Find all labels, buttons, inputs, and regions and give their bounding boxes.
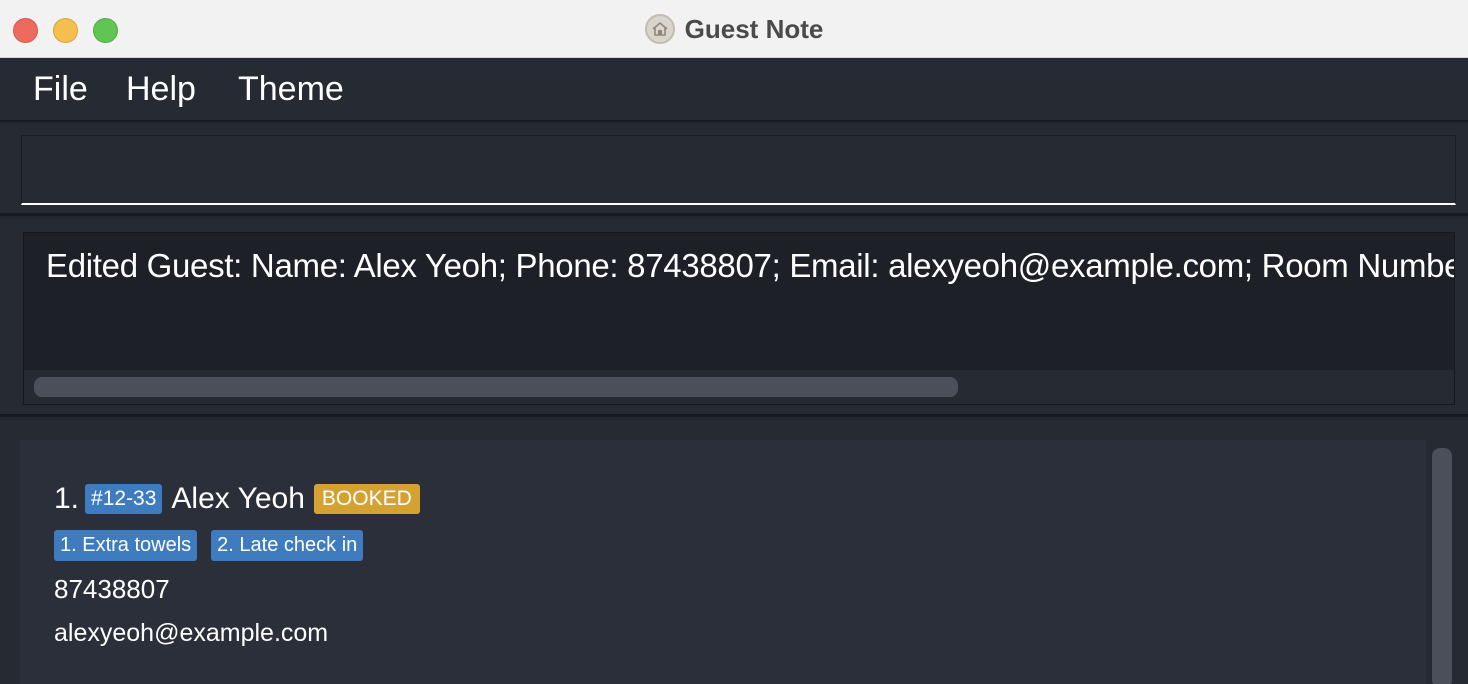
app-window: Guest Note File Help Theme Edited Guest:… — [0, 0, 1468, 684]
guest-index: 1. — [54, 482, 80, 515]
vertical-scrollbar[interactable] — [1428, 446, 1452, 684]
guest-phone: 87438807 — [54, 574, 170, 604]
guest-email: alexyeoh@example.com — [54, 619, 329, 647]
menu-bar: File Help Theme — [0, 58, 1468, 122]
title-bar: Guest Note — [0, 0, 1468, 58]
status-badge: BOOKED — [313, 484, 420, 514]
guest-name: Alex Yeoh — [171, 482, 305, 515]
menu-theme[interactable]: Theme — [238, 70, 344, 109]
request-tag: 2. Late check in — [211, 530, 364, 561]
menu-file[interactable]: File — [33, 70, 88, 109]
result-display: Edited Guest: Name: Alex Yeoh; Phone: 87… — [23, 232, 1455, 405]
guest-card-header: 1. #12-33 Alex Yeoh BOOKED — [54, 482, 420, 516]
command-box-region — [0, 124, 1468, 216]
menu-help[interactable]: Help — [126, 70, 196, 109]
result-display-region: Edited Guest: Name: Alex Yeoh; Phone: 87… — [0, 219, 1468, 417]
horizontal-scroll-thumb[interactable] — [34, 377, 958, 397]
horizontal-scrollbar[interactable] — [24, 370, 1454, 404]
house-icon — [644, 14, 675, 44]
window-title: Guest Note — [684, 13, 824, 44]
request-tag: 1. Extra towels — [54, 530, 198, 561]
guest-list: 1. #12-33 Alex Yeoh BOOKED 1. Extra towe… — [0, 420, 1468, 684]
guest-card[interactable]: 1. #12-33 Alex Yeoh BOOKED 1. Extra towe… — [20, 440, 1426, 684]
result-message: Edited Guest: Name: Alex Yeoh; Phone: 87… — [46, 247, 1454, 284]
command-input[interactable] — [21, 135, 1456, 205]
room-number-badge: #12-33 — [85, 484, 163, 514]
request-tags: 1. Extra towels 2. Late check in — [54, 530, 364, 561]
vertical-scroll-thumb[interactable] — [1432, 448, 1452, 684]
